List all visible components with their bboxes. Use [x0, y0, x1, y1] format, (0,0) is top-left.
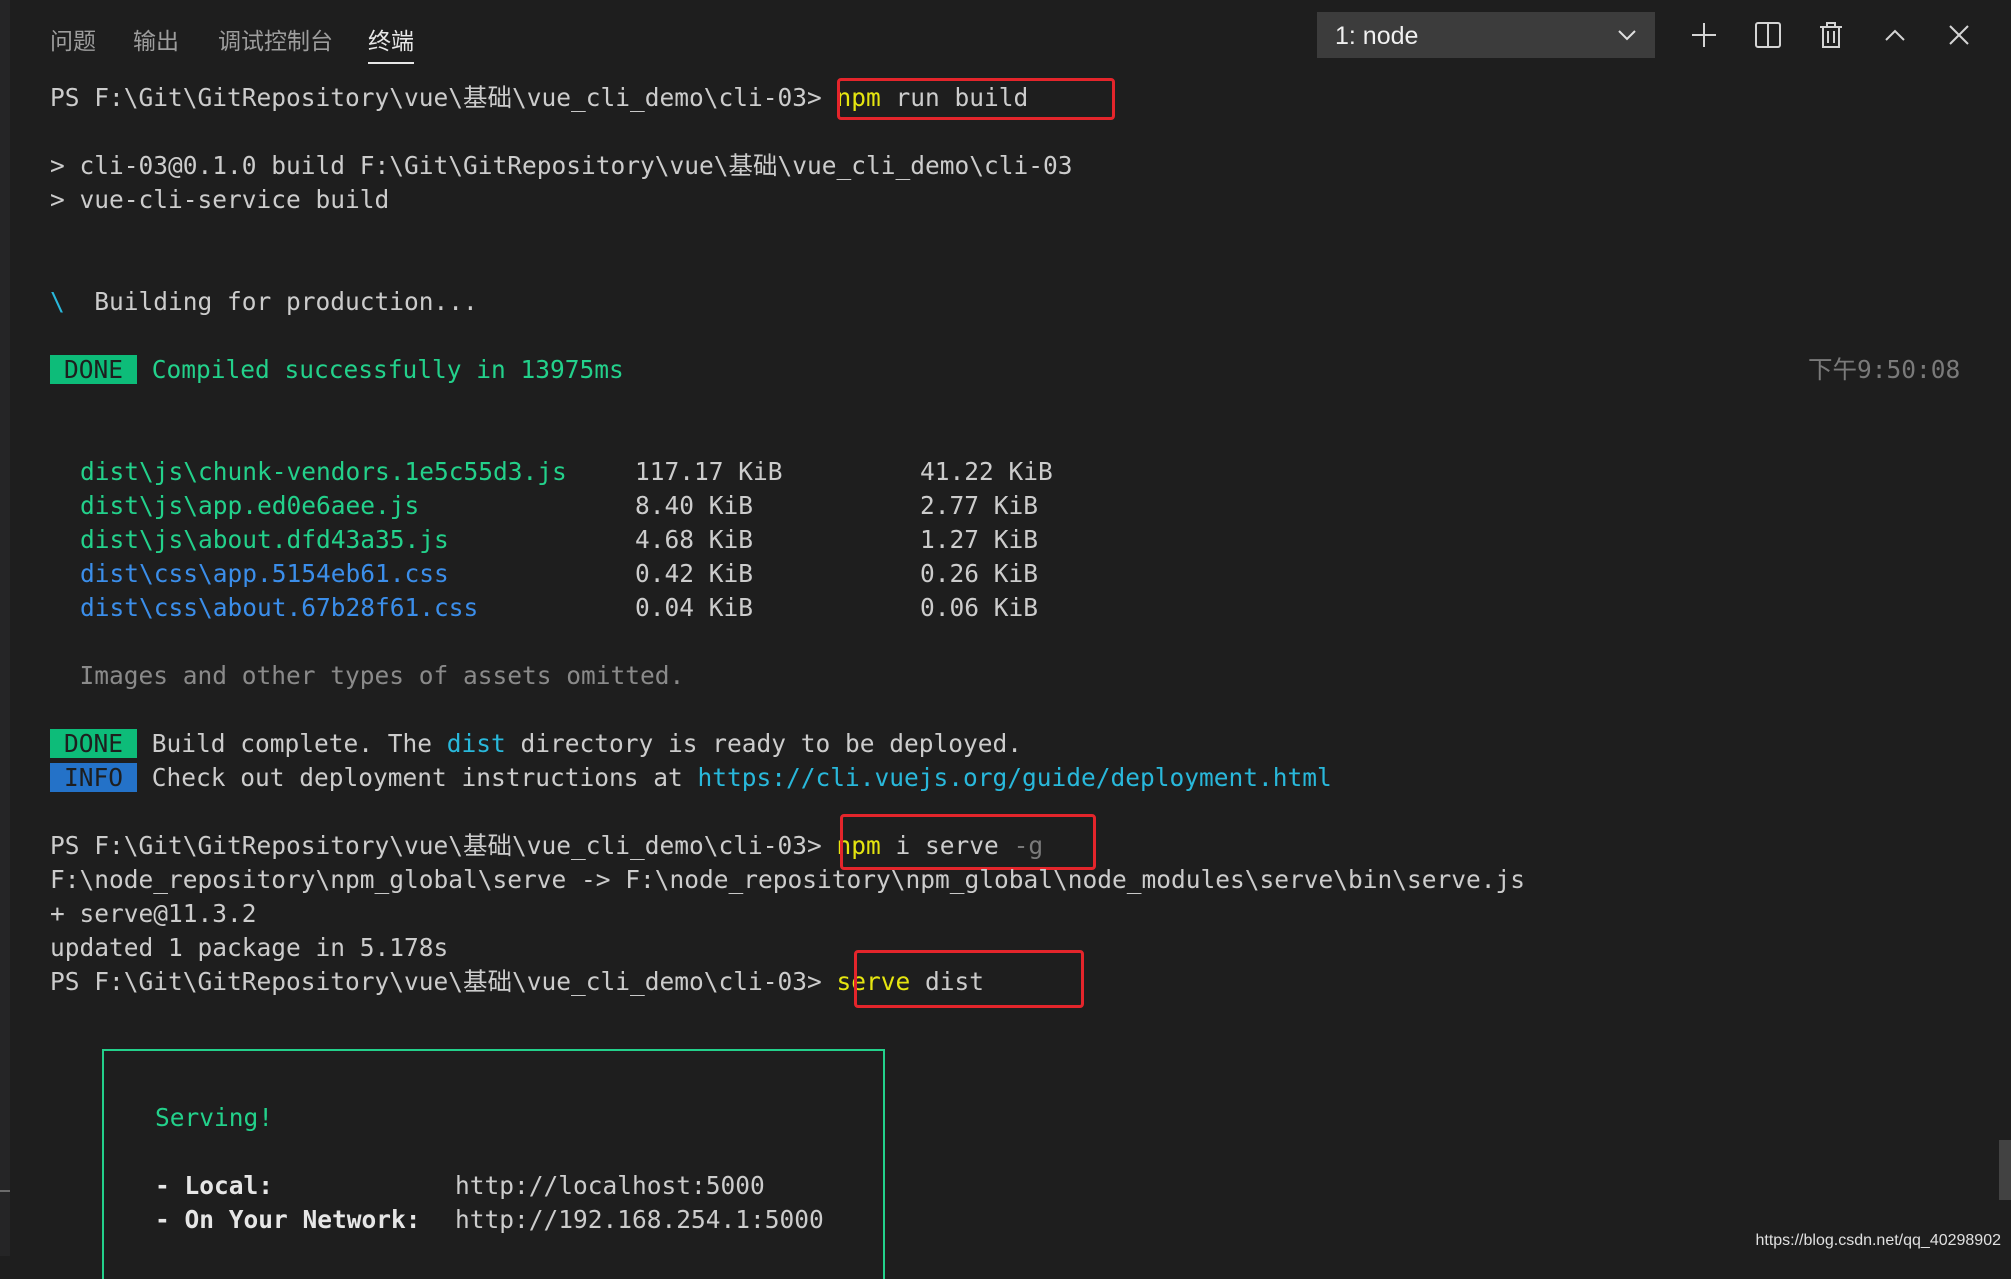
- asset-file: dist\js\app.ed0e6aee.js: [80, 491, 420, 520]
- highlight-box: [840, 814, 1096, 870]
- output-line: F:\node_repository\npm_global\serve -> F…: [50, 865, 1526, 894]
- info-line: INFO Check out deployment instructions a…: [50, 761, 1332, 795]
- build-timestamp: 下午9:50:08: [1808, 355, 1961, 384]
- spinner-glyph: \: [50, 287, 65, 316]
- serve-box: [102, 1049, 885, 1279]
- prompt-path: PS F:\Git\GitRepository\vue\基础\vue_cli_d…: [50, 831, 822, 860]
- output-line: > vue-cli-service build: [50, 185, 390, 214]
- prompt-path: PS F:\Git\GitRepository\vue\基础\vue_cli_d…: [50, 83, 822, 112]
- network-url[interactable]: http://192.168.254.1:5000: [455, 1203, 824, 1237]
- asset-size: 0.42 KiB: [635, 559, 754, 588]
- new-terminal-button[interactable]: [1685, 16, 1723, 54]
- compiled-line: DONE Compiled successfully in 13975ms: [50, 353, 624, 387]
- asset-file: dist\js\about.dfd43a35.js: [80, 525, 449, 554]
- local-url[interactable]: http://localhost:5000: [455, 1169, 765, 1203]
- highlight-box: [854, 950, 1084, 1008]
- tab-debug-console[interactable]: 调试控制台: [218, 22, 333, 56]
- done-badge: DONE: [50, 355, 138, 384]
- building-text: Building for production...: [64, 287, 478, 316]
- asset-gzip: 41.22 KiB: [920, 457, 1053, 486]
- terminal-scrollbar[interactable]: [1999, 0, 2011, 1256]
- asset-size: 0.04 KiB: [635, 593, 754, 622]
- info-badge: INFO: [50, 763, 138, 792]
- done-badge: DONE: [50, 729, 138, 758]
- asset-gzip: 0.06 KiB: [920, 593, 1039, 622]
- tab-problems[interactable]: 问题: [50, 22, 96, 56]
- serving-title: Serving!: [155, 1103, 274, 1132]
- asset-size: 117.17 KiB: [635, 457, 783, 486]
- close-icon: [1949, 25, 1969, 45]
- dist-word: dist: [446, 729, 506, 758]
- plus-icon: [1692, 23, 1716, 47]
- omitted-note: Images and other types of assets omitted…: [50, 661, 685, 690]
- edge-marker: [0, 1190, 10, 1192]
- build-complete-text: Build complete. The: [137, 729, 447, 758]
- split-icon: [1755, 22, 1781, 48]
- split-terminal-button[interactable]: [1749, 16, 1787, 54]
- output-line: updated 1 package in 5.178s: [50, 933, 449, 962]
- tab-output[interactable]: 输出: [133, 22, 179, 56]
- asset-gzip: 2.77 KiB: [920, 491, 1039, 520]
- asset-gzip: 1.27 KiB: [920, 525, 1039, 554]
- network-line: - On Your Network:: [155, 1203, 421, 1237]
- output-line: > cli-03@0.1.0 build F:\Git\GitRepositor…: [50, 151, 1073, 180]
- building-line: \ Building for production...: [50, 285, 478, 319]
- asset-gzip: 0.26 KiB: [920, 559, 1039, 588]
- tab-terminal[interactable]: 终端: [368, 22, 414, 64]
- prompt-path: PS F:\Git\GitRepository\vue\基础\vue_cli_d…: [50, 967, 822, 996]
- compiled-text: Compiled successfully in 13975ms: [137, 355, 624, 384]
- info-text: Check out deployment instructions at: [137, 763, 698, 792]
- local-label: - Local:: [155, 1171, 274, 1200]
- chevron-up-icon: [1885, 29, 1905, 41]
- maximize-panel-button[interactable]: [1876, 16, 1914, 54]
- build-complete-tail: directory is ready to be deployed.: [505, 729, 1023, 758]
- asset-size: 8.40 KiB: [635, 491, 754, 520]
- asset-file: dist\js\chunk-vendors.1e5c55d3.js: [80, 457, 567, 486]
- close-panel-button[interactable]: [1940, 16, 1978, 54]
- terminal-selector[interactable]: 1: node: [1317, 12, 1655, 58]
- output-line: + serve@11.3.2: [50, 899, 257, 928]
- trash-icon: [1820, 22, 1842, 48]
- local-line: - Local:: [155, 1169, 273, 1203]
- scrollbar-thumb[interactable]: [1999, 1140, 2011, 1200]
- build-complete-line: DONE Build complete. The dist directory …: [50, 727, 1022, 761]
- highlight-box: [837, 78, 1115, 120]
- watermark: https://blog.csdn.net/qq_40298902: [1755, 1232, 2001, 1249]
- sidebar-edge: [0, 0, 10, 1256]
- asset-size: 4.68 KiB: [635, 525, 754, 554]
- asset-file: dist\css\about.67b28f61.css: [80, 593, 479, 622]
- kill-terminal-button[interactable]: [1812, 16, 1850, 54]
- asset-file: dist\css\app.5154eb61.css: [80, 559, 449, 588]
- panel-header: 问题 输出 调试控制台 终端 1: node: [0, 0, 2011, 72]
- chevron-down-icon: [1618, 30, 1636, 41]
- network-label: - On Your Network:: [155, 1205, 421, 1234]
- terminal-selector-value: 1: node: [1335, 22, 1419, 50]
- prompt-line-3: PS F:\Git\GitRepository\vue\基础\vue_cli_d…: [50, 965, 984, 999]
- deployment-link[interactable]: https://cli.vuejs.org/guide/deployment.h…: [698, 763, 1332, 792]
